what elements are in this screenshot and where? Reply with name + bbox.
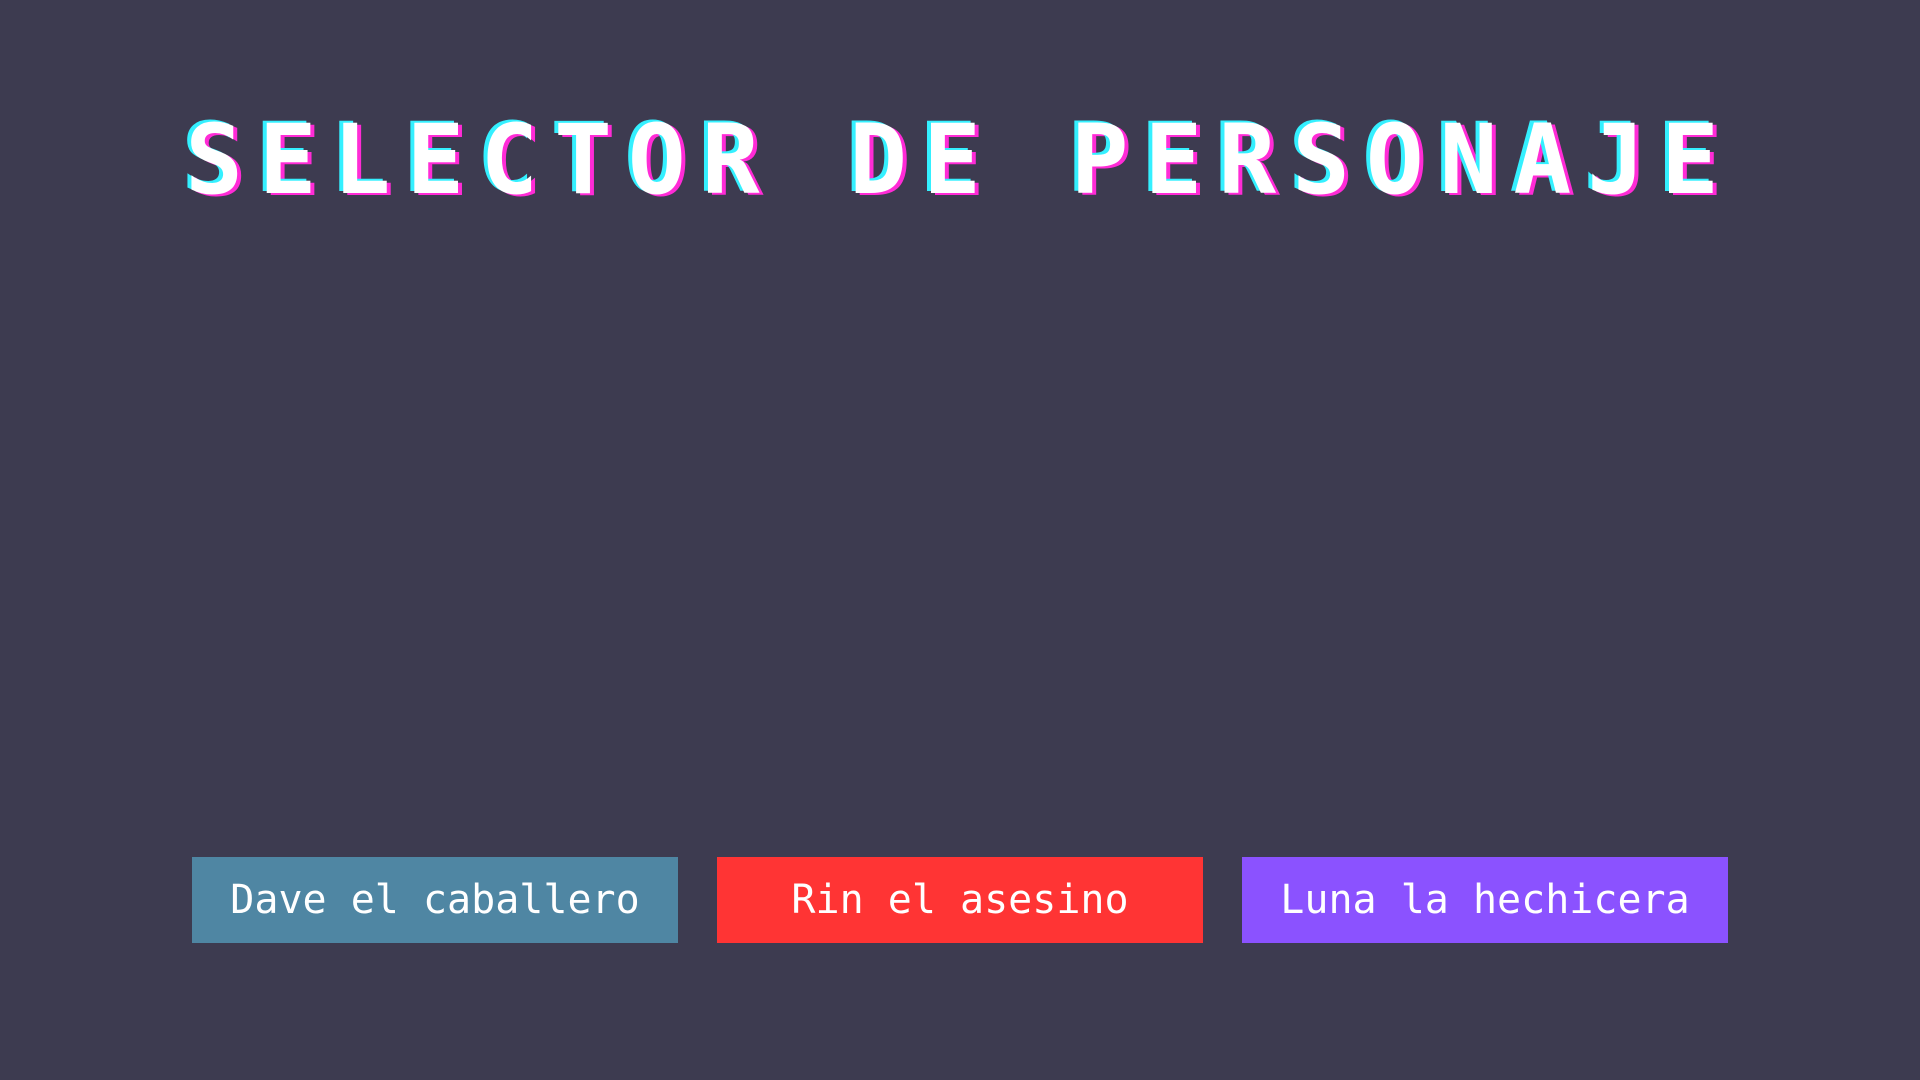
character-button-row: Dave el caballero Rin el asesino Luna la…	[192, 857, 1728, 943]
knight-character-button[interactable]: Dave el caballero	[192, 857, 678, 943]
sorceress-character-button[interactable]: Luna la hechicera	[1242, 857, 1728, 943]
page-title: SELECTOR DE PERSONAJE	[185, 104, 1735, 217]
assassin-character-button[interactable]: Rin el asesino	[717, 857, 1203, 943]
